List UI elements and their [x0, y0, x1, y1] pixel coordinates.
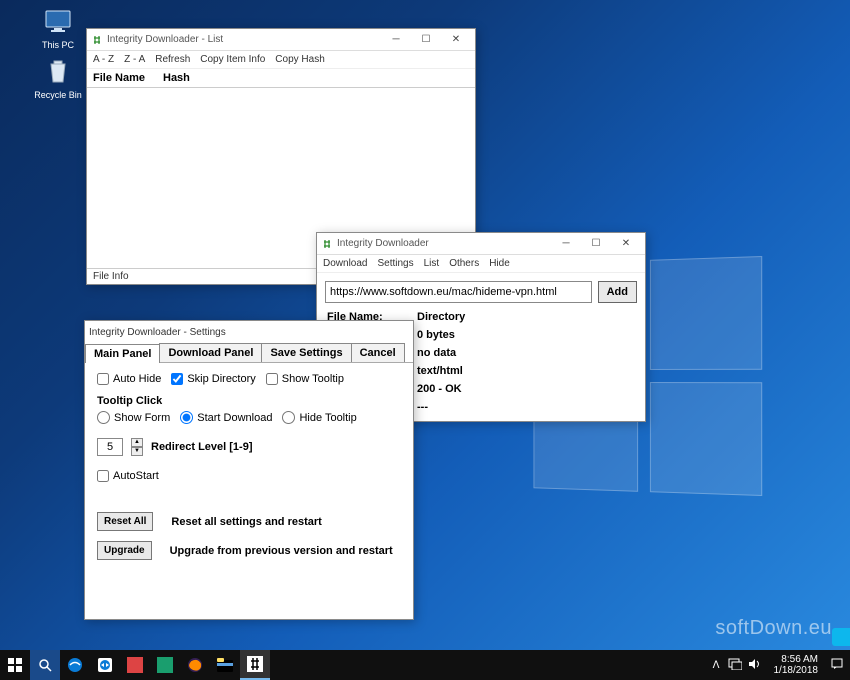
window-settings: Integrity Downloader - Settings Main Pan… [84, 320, 414, 620]
menu-sort-az[interactable]: A - Z [93, 54, 114, 65]
spin-up-icon[interactable]: ▲ [131, 438, 143, 447]
add-button[interactable]: Add [598, 281, 637, 303]
tray-chevron-up-icon[interactable]: ᐱ [713, 660, 720, 671]
taskbar-firefox-icon[interactable] [180, 650, 210, 680]
redirect-level-input[interactable] [97, 438, 123, 456]
spin-down-icon[interactable]: ▼ [131, 447, 143, 456]
teamviewer-panel-icon[interactable] [832, 628, 850, 646]
window-title: Integrity Downloader [337, 238, 551, 249]
tabs: Main Panel Download Panel Save Settings … [85, 343, 413, 363]
menu-others[interactable]: Others [449, 258, 479, 269]
menu-sort-za[interactable]: Z - A [124, 54, 145, 65]
upgrade-button[interactable]: Upgrade [97, 541, 152, 560]
desktop-icon-label: This PC [42, 40, 74, 50]
tab-main-panel[interactable]: Main Panel [85, 344, 160, 363]
col-hash[interactable]: Hash [163, 72, 190, 84]
menu-download[interactable]: Download [323, 258, 367, 269]
hash-icon [91, 34, 103, 46]
menu-copy-hash[interactable]: Copy Hash [275, 54, 324, 65]
clock-date: 1/18/2018 [774, 665, 819, 676]
desktop-icon-this-pc[interactable]: This PC [28, 6, 88, 50]
value-modified: no data [417, 347, 637, 359]
taskbar-teamviewer-icon[interactable] [90, 650, 120, 680]
hash-icon [321, 238, 333, 250]
window-title: Integrity Downloader - List [107, 34, 381, 45]
radio-show-form[interactable]: Show Form [97, 411, 170, 424]
recycle-bin-icon [42, 56, 74, 88]
start-button[interactable] [0, 650, 30, 680]
radio-hide-tooltip[interactable]: Hide Tooltip [282, 411, 356, 424]
taskbar-integrity-downloader-icon[interactable] [240, 650, 270, 680]
taskbar: ᐱ 8:56 AM 1/18/2018 [0, 650, 850, 680]
monitor-icon [42, 6, 74, 38]
check-show-tooltip[interactable]: Show Tooltip [266, 373, 344, 385]
menu-list[interactable]: List [424, 258, 440, 269]
clock-time: 8:56 AM [774, 654, 819, 665]
taskbar-app-icon[interactable] [120, 650, 150, 680]
taskbar-clock[interactable]: 8:56 AM 1/18/2018 [770, 654, 823, 676]
system-tray [728, 658, 762, 673]
value-filesize: 0 bytes [417, 329, 637, 341]
menu-refresh[interactable]: Refresh [155, 54, 190, 65]
url-input[interactable] [325, 281, 592, 303]
titlebar[interactable]: Integrity Downloader - List ─ ☐ ✕ [87, 29, 475, 51]
upgrade-text: Upgrade from previous version and restar… [170, 545, 393, 557]
check-skip-directory[interactable]: Skip Directory [171, 373, 255, 385]
check-autostart[interactable]: AutoStart [97, 470, 159, 482]
tab-cancel[interactable]: Cancel [351, 343, 405, 362]
close-button[interactable]: ✕ [441, 30, 471, 50]
menubar: Download Settings List Others Hide [317, 255, 645, 273]
group-tooltip-click: Tooltip Click [97, 395, 401, 407]
close-button[interactable]: ✕ [611, 234, 641, 254]
list-headers: File Name Hash [87, 69, 475, 88]
spin-buttons[interactable]: ▲▼ [131, 438, 143, 456]
redirect-level-label: Redirect Level [1-9] [151, 441, 252, 453]
value-content-type: text/html [417, 365, 637, 377]
taskbar-edge-icon[interactable] [60, 650, 90, 680]
titlebar[interactable]: Integrity Downloader ─ ☐ ✕ [317, 233, 645, 255]
titlebar[interactable]: Integrity Downloader - Settings [85, 321, 413, 343]
menu-hide[interactable]: Hide [489, 258, 510, 269]
reset-all-text: Reset all settings and restart [171, 516, 321, 528]
value-eta: --- [417, 401, 637, 413]
value-status: 200 - OK [417, 383, 637, 395]
maximize-button[interactable]: ☐ [581, 234, 611, 254]
window-title: Integrity Downloader - Settings [89, 327, 409, 338]
taskbar-app-icon[interactable] [150, 650, 180, 680]
tray-notifications-icon[interactable] [830, 657, 844, 674]
maximize-button[interactable]: ☐ [411, 30, 441, 50]
menu-settings[interactable]: Settings [377, 258, 413, 269]
desktop-icon-label: Recycle Bin [34, 90, 82, 100]
minimize-button[interactable]: ─ [381, 30, 411, 50]
radio-start-download[interactable]: Start Download [180, 411, 272, 424]
tray-volume-icon[interactable] [748, 658, 762, 673]
check-auto-hide[interactable]: Auto Hide [97, 373, 161, 385]
minimize-button[interactable]: ─ [551, 234, 581, 254]
desktop: This PC Recycle Bin Integrity Downloader… [0, 0, 850, 680]
reset-all-button[interactable]: Reset All [97, 512, 153, 531]
col-filename[interactable]: File Name [93, 72, 163, 84]
menu-copy-item-info[interactable]: Copy Item Info [200, 54, 265, 65]
value-filename: Directory [417, 311, 637, 323]
desktop-icon-recycle-bin[interactable]: Recycle Bin [28, 56, 88, 100]
taskbar-search-icon[interactable] [30, 650, 60, 680]
tab-save-settings[interactable]: Save Settings [261, 343, 351, 362]
taskbar-explorer-icon[interactable] [210, 650, 240, 680]
tab-download-panel[interactable]: Download Panel [159, 343, 262, 362]
menubar: A - Z Z - A Refresh Copy Item Info Copy … [87, 51, 475, 69]
tray-network-icon[interactable] [728, 658, 742, 673]
watermark: softDown.eu [715, 617, 832, 640]
